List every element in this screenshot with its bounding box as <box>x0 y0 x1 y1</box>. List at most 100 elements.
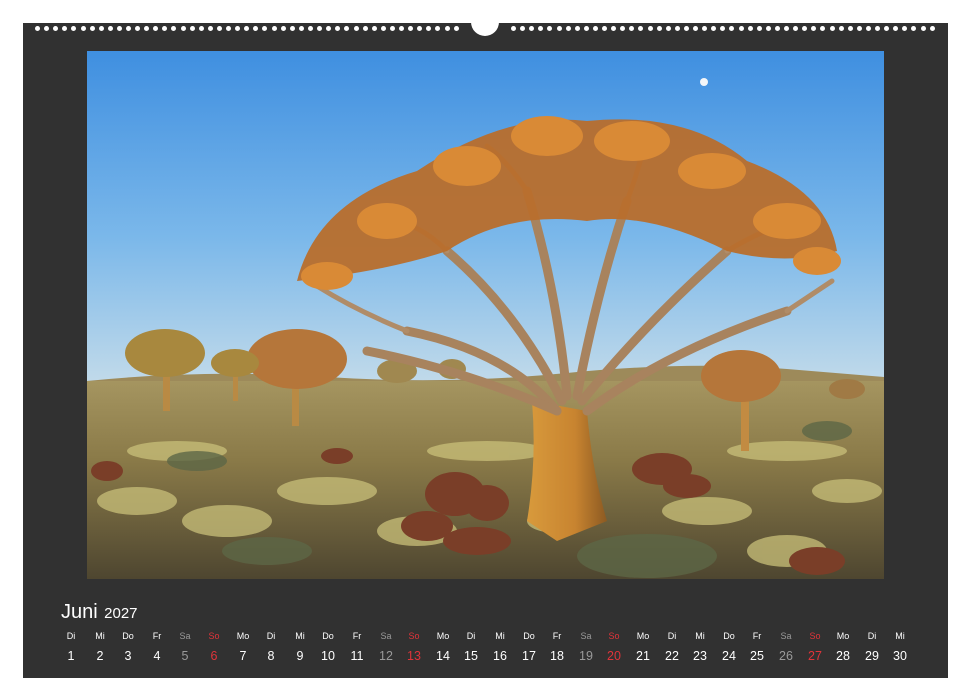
weekday-label: Do <box>122 631 134 641</box>
weekday-label: Fr <box>152 631 162 641</box>
weekday-label: Di <box>867 631 877 641</box>
wall-calendar-page: Juni 2027 Di 1 Mi 2 Do 3 Fr 4 Sa 5 So 6 Mo 7 Di 8 Mi 9 Do 1… <box>23 19 948 678</box>
weekday-label: Mo <box>436 631 450 641</box>
day-number: 8 <box>267 649 275 663</box>
day-cell: Fr 11 <box>343 629 371 668</box>
day-number: 3 <box>124 649 132 663</box>
binding-hole <box>181 26 186 31</box>
day-cell: Mi 16 <box>486 629 514 668</box>
binding-hole <box>435 26 440 31</box>
binding-hole <box>317 26 322 31</box>
day-cell: Do 17 <box>515 629 543 668</box>
binding-hole <box>445 26 450 31</box>
day-number: 24 <box>722 649 736 663</box>
binding-hole <box>593 26 598 31</box>
day-number: 25 <box>750 649 764 663</box>
binding-hole <box>90 26 95 31</box>
binding-hole <box>81 26 86 31</box>
binding-hole <box>99 26 104 31</box>
day-cell: So 13 <box>400 629 428 668</box>
binding-hole <box>584 26 589 31</box>
binding-hole <box>44 26 49 31</box>
binding-hole <box>711 26 716 31</box>
binding-hole <box>117 26 122 31</box>
day-number: 12 <box>379 649 393 663</box>
weekday-label: Di <box>667 631 677 641</box>
binding-hole <box>199 26 204 31</box>
binding-hole <box>921 26 926 31</box>
day-cell: Mo 28 <box>829 629 857 668</box>
day-number: 21 <box>636 649 650 663</box>
weekday-label: Fr <box>352 631 362 641</box>
weekday-label: Mi <box>295 631 305 641</box>
weekday-label: So <box>608 631 620 641</box>
binding-hole <box>557 26 562 31</box>
binding-hole <box>893 26 898 31</box>
weekday-label: Do <box>723 631 735 641</box>
binding-hole <box>326 26 331 31</box>
binding-hole <box>793 26 798 31</box>
day-cell: Mi 30 <box>886 629 914 668</box>
day-cell: Mo 7 <box>229 629 257 668</box>
weekday-label: Mo <box>836 631 850 641</box>
binding-hole <box>766 26 771 31</box>
day-cell: Sa 5 <box>171 629 199 668</box>
day-number: 13 <box>407 649 421 663</box>
day-number: 5 <box>181 649 189 663</box>
day-cell: Sa 12 <box>372 629 400 668</box>
binding-hole <box>566 26 571 31</box>
binding-hole <box>739 26 744 31</box>
day-number: 9 <box>296 649 304 663</box>
binding-hole <box>390 26 395 31</box>
day-number: 2 <box>96 649 104 663</box>
weekday-label: So <box>809 631 821 641</box>
spiral-binding <box>23 19 948 37</box>
day-number: 19 <box>579 649 593 663</box>
day-number: 10 <box>321 649 335 663</box>
binding-hole <box>217 26 222 31</box>
binding-hole <box>144 26 149 31</box>
day-cell: Mo 21 <box>629 629 657 668</box>
day-number: 30 <box>893 649 907 663</box>
binding-hole <box>620 26 625 31</box>
day-cell: Mi 9 <box>286 629 314 668</box>
day-number: 7 <box>239 649 247 663</box>
binding-hole <box>335 26 340 31</box>
binding-hole <box>235 26 240 31</box>
day-cell: Di 22 <box>658 629 686 668</box>
quiver-tree-landscape-illustration <box>87 51 884 579</box>
weekday-label: Sa <box>780 631 792 641</box>
day-cell: Fr 25 <box>743 629 771 668</box>
day-number: 23 <box>693 649 707 663</box>
day-cell: Do 3 <box>114 629 142 668</box>
month-title: Juni 2027 <box>61 601 138 624</box>
binding-hole <box>657 26 662 31</box>
day-cell: Mi 2 <box>86 629 114 668</box>
day-cell: Mo 14 <box>429 629 457 668</box>
day-cell: Sa 19 <box>572 629 600 668</box>
binding-hole <box>262 26 267 31</box>
binding-hole <box>153 26 158 31</box>
weekday-label: Mo <box>636 631 650 641</box>
weekday-label: Di <box>66 631 76 641</box>
binding-hole <box>775 26 780 31</box>
day-number: 26 <box>779 649 793 663</box>
day-cell: Do 24 <box>715 629 743 668</box>
weekday-label: Di <box>466 631 476 641</box>
binding-hole <box>354 26 359 31</box>
weekday-label: Sa <box>380 631 392 641</box>
binding-hole <box>547 26 552 31</box>
day-cell: Do 10 <box>314 629 342 668</box>
binding-hole <box>171 26 176 31</box>
day-cell: So 20 <box>600 629 628 668</box>
day-number: 29 <box>865 649 879 663</box>
binding-hole <box>454 26 459 31</box>
day-number: 27 <box>808 649 822 663</box>
month-year: 2027 <box>104 605 138 622</box>
binding-hole <box>729 26 734 31</box>
binding-hole <box>839 26 844 31</box>
binding-hole <box>511 26 516 31</box>
binding-hole <box>208 26 213 31</box>
binding-hole <box>529 26 534 31</box>
day-number: 6 <box>210 649 218 663</box>
